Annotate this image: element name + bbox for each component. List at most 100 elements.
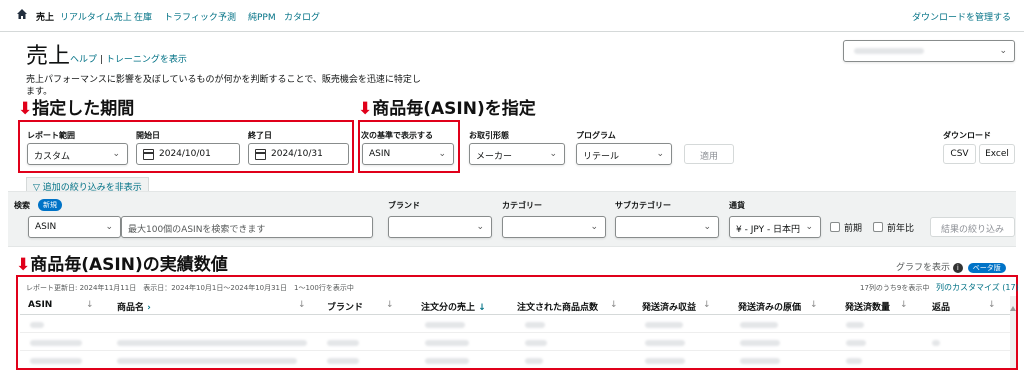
business-type-select[interactable]: メーカー ⌄ xyxy=(469,143,565,165)
table-row[interactable] xyxy=(20,352,1013,368)
help-link[interactable]: ヘルプ xyxy=(70,55,97,65)
col-shipped-revenue[interactable]: 発送済み収益 xyxy=(642,300,696,313)
subcategory-label: サブカテゴリー xyxy=(615,201,671,210)
apply-button[interactable]: 適用 xyxy=(684,144,734,164)
table-row[interactable] xyxy=(20,334,1013,351)
info-icon: i xyxy=(952,263,963,273)
table-body xyxy=(20,316,1013,368)
view-by-select[interactable]: ASIN ⌄ xyxy=(362,143,454,165)
annotation-period: ⬇指定した期間 xyxy=(18,99,135,119)
blurred-cell xyxy=(846,358,862,364)
category-label: カテゴリー xyxy=(502,201,542,210)
sort-arrow-icon[interactable]: ↓ xyxy=(810,300,818,310)
report-range-select[interactable]: カスタム ⌄ xyxy=(27,143,128,165)
blurred-cell xyxy=(117,358,297,364)
blurred-cell xyxy=(645,358,685,364)
blurred-cell xyxy=(525,340,547,346)
nav-forecast[interactable]: 予測 xyxy=(218,10,236,23)
table-row[interactable] xyxy=(20,316,1013,333)
sort-arrow-icon[interactable]: ↓ xyxy=(900,300,908,310)
blurred-cell xyxy=(932,340,940,346)
subcategory-select[interactable]: ⌄ xyxy=(615,216,719,238)
link-separator: | xyxy=(99,55,103,65)
blurred-cell xyxy=(30,358,82,364)
blurred-cell xyxy=(425,322,465,328)
sort-arrow-icon: ↓ xyxy=(478,303,486,313)
blurred-cell xyxy=(327,358,359,364)
annotation-results: ⬇商品毎(ASIN)の実績数値 xyxy=(16,255,228,275)
customize-columns-link[interactable]: 列のカスタマイズ (17) xyxy=(936,282,1019,293)
annotation-per-asin: ⬇商品毎(ASIN)を指定 xyxy=(358,99,536,119)
col-asin[interactable]: ASIN xyxy=(28,300,52,310)
prev-year-checkbox[interactable] xyxy=(873,222,883,232)
blurred-cell xyxy=(645,340,685,346)
col-brand[interactable]: ブランド xyxy=(327,300,363,313)
col-shipped-units[interactable]: 発送済数量 xyxy=(845,300,890,313)
view-by-label: 次の基準で表示する xyxy=(361,131,433,140)
currency-select[interactable]: ¥ - JPY - 日本円 ⌄ xyxy=(729,216,821,238)
end-date-input[interactable]: 2024/10/31 xyxy=(248,143,349,165)
col-ordered-units[interactable]: 注文された商品点数 xyxy=(517,300,598,313)
csv-button[interactable]: CSV xyxy=(943,144,976,164)
program-select[interactable]: リテール ⌄ xyxy=(576,143,672,165)
search-label: 検索 xyxy=(14,201,30,210)
blurred-cell xyxy=(525,358,543,364)
down-arrow-icon: ⬇ xyxy=(16,255,31,275)
chevron-down-icon: ⌄ xyxy=(105,222,113,232)
sort-arrow-icon[interactable]: ↓ xyxy=(610,300,618,310)
show-graph-toggle[interactable]: グラフを表示 i ベータ版 xyxy=(896,260,1006,273)
program-label: プログラム xyxy=(576,131,616,140)
nav-realtime-sales[interactable]: リアルタイム売上 xyxy=(60,10,132,23)
blurred-cell xyxy=(30,340,82,346)
vertical-scrollbar[interactable] xyxy=(1010,296,1016,368)
nav-net-ppm[interactable]: 純PPM xyxy=(248,10,276,23)
down-arrow-icon: ⬇ xyxy=(18,99,33,119)
sort-arrow-icon[interactable]: ↓ xyxy=(703,300,711,310)
home-icon[interactable] xyxy=(16,8,28,20)
col-product-name[interactable]: 商品名 › xyxy=(117,300,151,313)
calendar-icon xyxy=(143,149,154,160)
download-label: ダウンロード xyxy=(943,131,991,140)
blurred-cell xyxy=(117,340,307,346)
category-select[interactable]: ⌄ xyxy=(502,216,606,238)
blurred-cell xyxy=(846,322,864,328)
training-link[interactable]: トレーニングを表示 xyxy=(106,55,187,65)
chevron-down-icon: ⌄ xyxy=(590,222,598,232)
asin-search-input[interactable]: 最大100個のASINを検索できます xyxy=(121,216,373,238)
business-type-label: お取引形態 xyxy=(469,131,509,140)
nav-inventory[interactable]: 在庫 xyxy=(134,10,152,23)
blurred-cell xyxy=(645,322,683,328)
nav-traffic[interactable]: トラフィック xyxy=(164,10,218,23)
blurred-cell xyxy=(525,322,545,328)
chevron-down-icon: ⌄ xyxy=(549,149,557,159)
sort-arrow-icon[interactable]: ↓ xyxy=(988,300,996,310)
excel-button[interactable]: Excel xyxy=(979,144,1015,164)
sort-arrow-icon[interactable]: ↓ xyxy=(298,300,306,310)
col-returns[interactable]: 返品 xyxy=(932,300,950,313)
blurred-cell xyxy=(425,340,469,346)
calendar-icon xyxy=(255,149,266,160)
manage-downloads-link[interactable]: ダウンロードを管理する xyxy=(912,10,1011,23)
scroll-up-icon[interactable] xyxy=(1010,306,1016,311)
prev-period-checkbox[interactable] xyxy=(830,222,840,232)
blurred-cell xyxy=(327,340,359,346)
chevron-down-icon: ⌄ xyxy=(438,149,446,159)
nav-catalog[interactable]: カタログ xyxy=(284,10,320,23)
start-date-input[interactable]: 2024/10/01 xyxy=(136,143,240,165)
blurred-cell xyxy=(740,322,778,328)
blurred-account-name xyxy=(854,48,924,54)
brand-select[interactable]: ⌄ xyxy=(388,216,492,238)
start-date-label: 開始日 xyxy=(136,131,160,140)
sort-arrow-icon[interactable]: ↓ xyxy=(86,300,94,310)
col-ordered-sales[interactable]: 注文分の売上 ↓ xyxy=(421,300,486,313)
header-links: ヘルプ | トレーニングを表示 xyxy=(70,52,187,65)
prev-period-label: 前期 xyxy=(844,224,863,234)
narrow-results-button[interactable]: 結果の絞り込み xyxy=(930,217,1015,237)
search-type-select[interactable]: ASIN ⌄ xyxy=(28,216,121,238)
nav-sales[interactable]: 売上 xyxy=(36,10,54,23)
chevron-down-icon: ⌄ xyxy=(703,222,711,232)
col-shipped-cogs[interactable]: 発送済みの原価 xyxy=(738,300,801,313)
account-select[interactable]: ⌄ xyxy=(843,40,1015,62)
sort-arrow-icon[interactable]: ↓ xyxy=(386,300,394,310)
blurred-cell xyxy=(425,358,469,364)
